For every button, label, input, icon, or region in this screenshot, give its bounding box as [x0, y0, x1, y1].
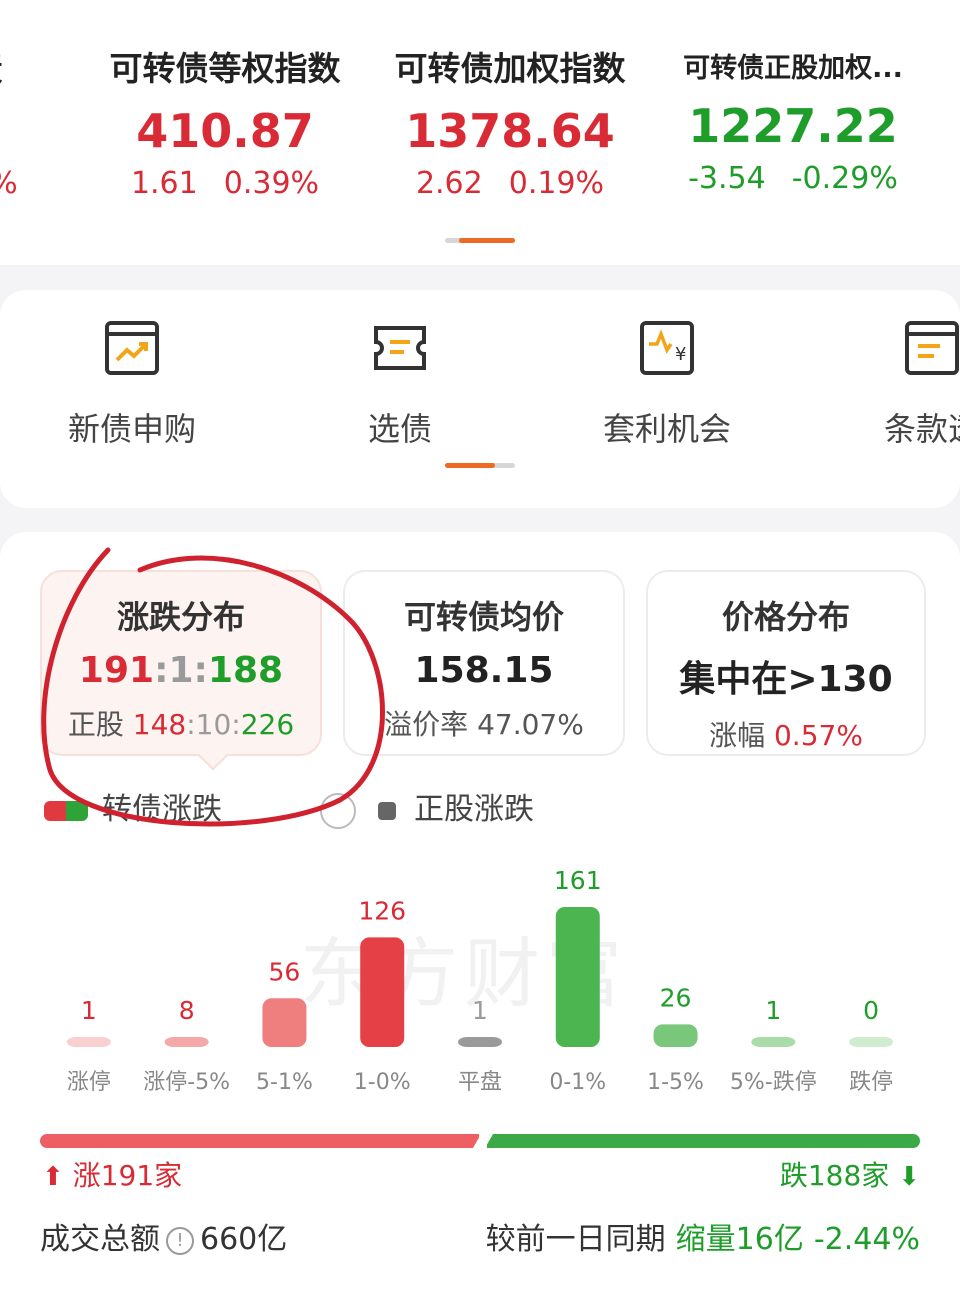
bar-value-label: 1 [81, 996, 97, 1025]
bar-4 [458, 1037, 502, 1047]
bar-2 [262, 998, 307, 1047]
bar-value-label: 126 [358, 896, 406, 925]
bar-category-label: 涨停-5% [143, 1070, 230, 1095]
info-icon[interactable]: ! [166, 1226, 194, 1255]
bar-8 [849, 1037, 894, 1047]
menu-label: 选债 [367, 410, 432, 448]
index-strip[interactable]: 债 0 3% 可转债等权指数 410.87 1.610.39% 可转债加权指数 … [0, 0, 960, 265]
stat-value: 191:1:188 [78, 650, 284, 691]
stat-rise-fall-distribution[interactable]: 涨跌分布 191:1:188 正股 148:10:226 [40, 570, 322, 771]
turnover-compare: 较前一日同期 缩量16亿 -2.44% [485, 1222, 920, 1257]
index-card-stock-weighted[interactable]: 可转债正股加权... 1227.22 -3.54 -0.29% [668, 42, 918, 196]
index-card-partial[interactable]: 债 0 3% [0, 42, 50, 201]
bar-category-label: 5-1% [256, 1070, 313, 1095]
stat-title: 可转债均价 [403, 598, 564, 636]
index-change: 1.61 0.39% [130, 166, 320, 201]
arrow-up-icon: ⬆ [42, 1162, 64, 1192]
index-value: 1378.64 [405, 104, 615, 158]
stat-value: 158.15 [414, 650, 554, 691]
menu-new-bond-subscription[interactable]: 新债申购 [22, 320, 242, 450]
bar-category-label: 涨停 [67, 1070, 111, 1095]
index-change: 3% [0, 166, 50, 201]
yuan-chart-icon: ¥ [639, 320, 695, 376]
distribution-bar-chart: 1 涨停 8 涨停-5% 56 5-1% 126 1-0% 1 平盘 161 0-1% 26 1-5% 1 5… [66, 866, 894, 1095]
legend-swatch-bond [44, 800, 88, 821]
bar-1 [164, 1037, 209, 1047]
bar-category-label: 跌停 [849, 1070, 893, 1095]
bar-category-label: 1-5% [647, 1070, 704, 1095]
bar-6 [653, 1024, 698, 1047]
bar-category-label: 1-0% [354, 1070, 411, 1095]
menu-terms[interactable]: 条款透 [822, 320, 960, 450]
active-caret [197, 739, 229, 771]
rise-count: ⬆ 涨191家 [42, 1159, 183, 1192]
fall-count: 跌188家 ⬇ [779, 1159, 920, 1192]
turnover: 成交总额! 660亿 [40, 1222, 288, 1257]
menu-label: 新债申购 [67, 410, 196, 448]
bar-5 [555, 907, 600, 1047]
document-icon [904, 320, 960, 376]
stat-average-price[interactable]: 可转债均价 158.15 溢价率 47.07% [343, 570, 625, 756]
menu-label: 条款透 [883, 410, 960, 448]
bar-7 [751, 1037, 796, 1047]
index-change: 2.62 0.19% [415, 166, 605, 201]
stat-value: 集中在>130 [679, 659, 893, 700]
quick-menu: 新债申购 选债 ¥ 套利机会 条款透 [0, 290, 960, 508]
radio-icon[interactable] [320, 792, 356, 829]
index-card-weighted[interactable]: 可转债加权指数 1378.64 2.62 0.19% [380, 42, 640, 201]
new-bond-chart-icon [104, 320, 160, 376]
legend-label: 正股涨跌 [414, 792, 534, 827]
menu-label: 套利机会 [602, 410, 731, 448]
ratio-down-segment [487, 1134, 920, 1148]
stat-sub: 溢价率 47.07% [384, 708, 584, 741]
bar-0 [66, 1037, 111, 1047]
bar-value-label: 26 [660, 983, 692, 1012]
menu-pager [445, 463, 515, 468]
bar-3 [360, 937, 405, 1047]
arrow-down-icon: ⬇ [898, 1162, 920, 1192]
index-value: 0 [0, 104, 50, 158]
bar-value-label: 8 [179, 996, 195, 1025]
index-pager [445, 238, 515, 243]
index-name: 可转债等权指数 [109, 49, 341, 88]
stat-title: 涨跌分布 [116, 598, 245, 636]
bar-category-label: 0-1% [549, 1070, 606, 1095]
bar-category-label: 5%-跌停 [730, 1070, 817, 1095]
ratio-up-segment [40, 1134, 480, 1148]
stat-sub: 正股 148:10:226 [67, 708, 295, 741]
index-value: 410.87 [136, 104, 314, 158]
index-name: 可转债正股加权... [683, 53, 903, 84]
bar-value-label: 1 [472, 996, 488, 1025]
bar-value-label: 56 [269, 957, 301, 986]
bar-value-label: 0 [863, 996, 879, 1025]
bar-category-label: 平盘 [458, 1070, 502, 1095]
legend-swatch-stock [378, 801, 396, 820]
stat-price-distribution[interactable]: 价格分布 集中在>130 涨幅 0.57% [646, 570, 926, 756]
index-name: 可转债加权指数 [394, 49, 626, 88]
bar-value-label: 1 [765, 996, 781, 1025]
index-name: 债 [0, 42, 50, 90]
stat-title: 价格分布 [721, 598, 850, 636]
index-change: -3.54 -0.29% [688, 161, 898, 196]
index-card-equal-weight[interactable]: 可转债等权指数 410.87 1.61 0.39% [100, 42, 350, 201]
menu-bond-select[interactable]: 选债 [290, 320, 510, 450]
index-value: 1227.22 [688, 99, 898, 153]
legend-bond-toggle[interactable]: 转债涨跌 [44, 784, 222, 828]
menu-arbitrage[interactable]: ¥ 套利机会 [557, 320, 777, 450]
ticket-icon [372, 320, 428, 376]
bar-value-label: 161 [554, 866, 602, 895]
stat-sub: 涨幅 0.57% [709, 719, 863, 752]
legend-stock-toggle[interactable]: 正股涨跌 [320, 784, 534, 829]
distribution-card: 涨跌分布 191:1:188 正股 148:10:226 可转债均价 158.1… [0, 532, 960, 1298]
legend-label: 转债涨跌 [102, 792, 222, 827]
svg-text:¥: ¥ [675, 344, 686, 365]
rise-fall-ratio-bar [40, 1132, 920, 1150]
